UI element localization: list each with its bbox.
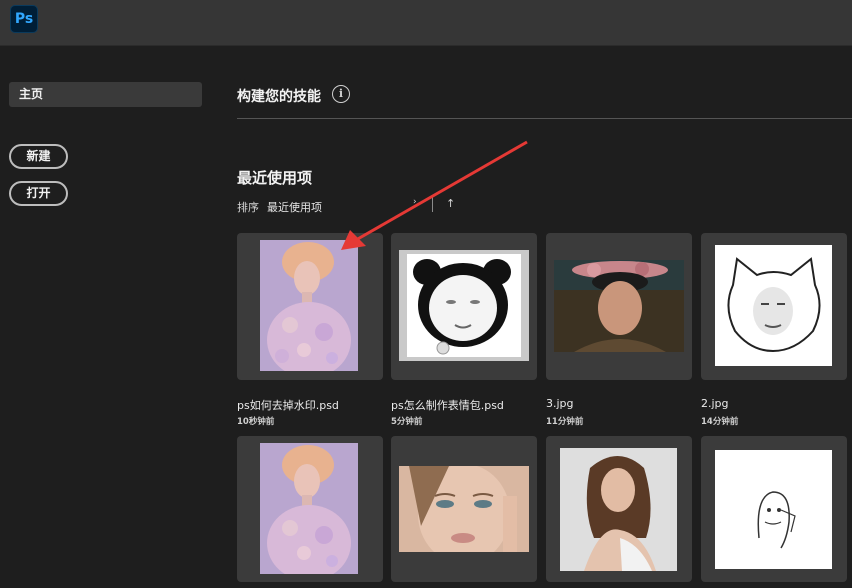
file-time: 5分钟前	[391, 417, 423, 427]
title-bar: Ps	[0, 0, 852, 46]
divider	[237, 118, 852, 119]
panda-meme-icon	[399, 250, 529, 361]
recent-file-card[interactable]	[701, 436, 847, 582]
recent-file-card[interactable]	[701, 233, 847, 380]
file-name[interactable]: 2.jpg	[701, 397, 729, 410]
sketch-meme-icon	[715, 450, 832, 569]
divider	[432, 196, 433, 212]
file-time: 10秒钟前	[237, 417, 275, 427]
recent-file-card[interactable]	[546, 233, 692, 380]
recent-file-card[interactable]	[237, 233, 383, 380]
face-closeup-icon	[399, 466, 529, 552]
sort-label: 排序	[237, 201, 259, 214]
home-main: 构建您的技能 i 最近使用项 排序 最近使用项 › ↑ ps如何去掉水印.psd…	[218, 46, 852, 588]
file-name[interactable]: 3.jpg	[546, 397, 574, 410]
portrait-pastel-icon	[260, 443, 358, 574]
sidebar-item-home[interactable]: 主页	[9, 82, 202, 107]
open-button[interactable]: 打开	[9, 181, 68, 206]
recent-file-card[interactable]	[546, 436, 692, 582]
learn-section-title: 构建您的技能	[237, 89, 321, 105]
new-button[interactable]: 新建	[9, 144, 68, 169]
woman-portrait-icon	[560, 448, 677, 571]
file-time: 14分钟前	[701, 417, 739, 427]
info-icon[interactable]: i	[332, 85, 350, 103]
recent-file-card[interactable]	[391, 233, 537, 380]
woman-headdress-icon	[554, 260, 684, 352]
file-name[interactable]: ps如何去掉水印.psd	[237, 397, 339, 413]
recent-section-title: 最近使用项	[237, 169, 313, 187]
photoshop-logo-icon: Ps	[10, 5, 38, 33]
file-name[interactable]: ps怎么制作表情包.psd	[391, 397, 504, 413]
cat-meme-icon	[715, 245, 832, 366]
sort-direction-icon[interactable]: ↑	[446, 197, 455, 210]
sort-dropdown[interactable]: 最近使用项	[267, 199, 322, 215]
recent-file-card[interactable]	[237, 436, 383, 582]
recent-file-card[interactable]	[391, 436, 537, 582]
file-time: 11分钟前	[546, 417, 584, 427]
sidebar: 主页 新建 打开	[0, 46, 218, 588]
chevron-down-icon[interactable]: ›	[413, 197, 417, 207]
portrait-pastel-icon	[260, 240, 358, 371]
